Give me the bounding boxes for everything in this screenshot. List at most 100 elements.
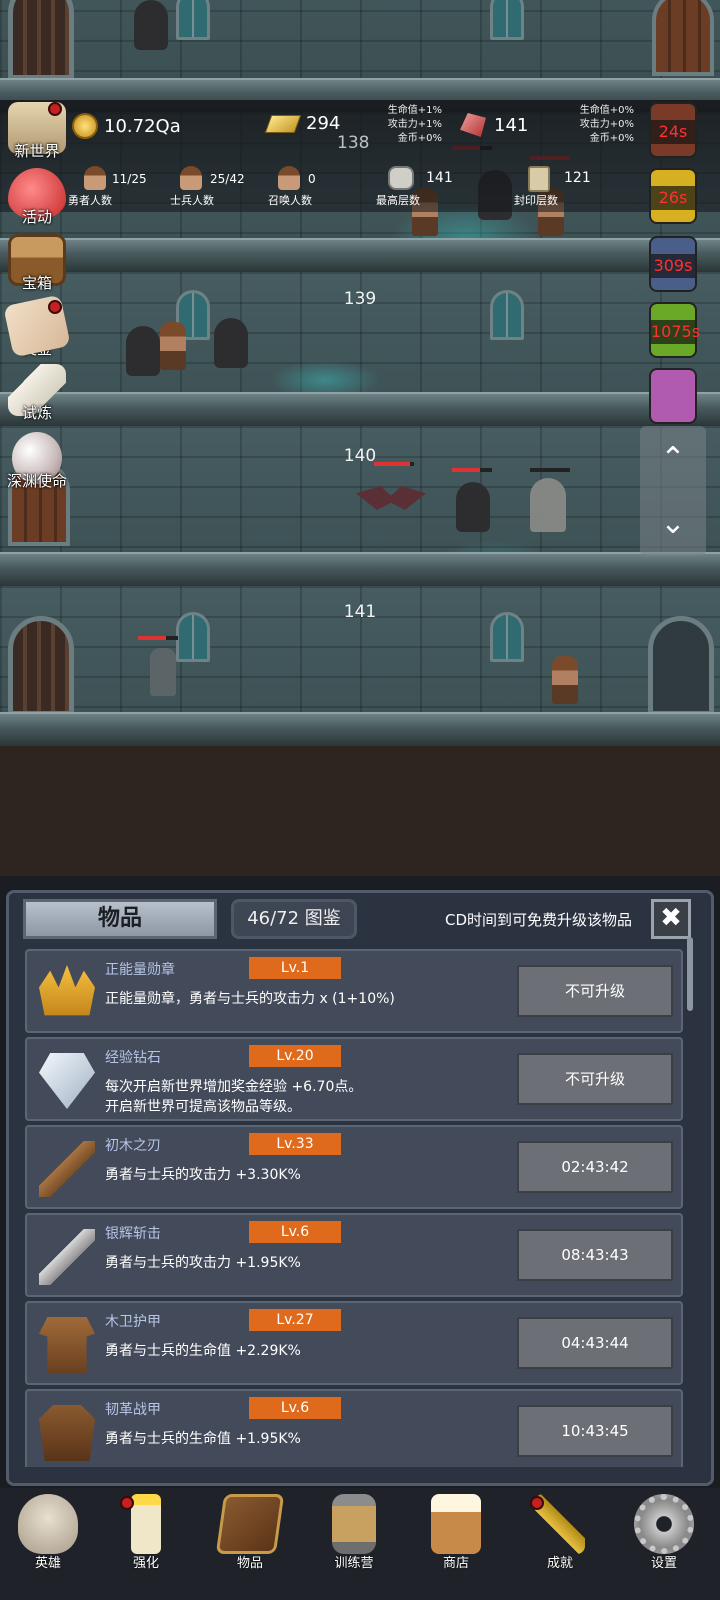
beer-mug-icon [431,1494,481,1554]
floor-ledge [0,392,720,426]
upgrade-timer-button[interactable]: 02:43:42 [517,1141,673,1193]
chevron-up-icon[interactable]: ⌃ [640,426,706,491]
gold-value: 10.72Qa [104,115,181,137]
menu-label: 宝箱 [21,274,52,292]
buff-slot[interactable]: 309s [649,236,697,292]
silver-sword-icon [39,1229,95,1285]
item-description: 勇者与士兵的攻击力 +3.30K% [105,1167,301,1183]
upgrade-button[interactable]: 不可升级 [517,1053,673,1105]
item-description: 勇者与士兵的攻击力 +1.95K% [105,1255,301,1271]
list-item: 木卫护甲 Lv.27 勇者与士兵的生命值 +2.29K% 04:43:44 [25,1301,683,1385]
enemy-hp-bar [374,462,414,466]
menu-label: 深渊使命 [6,472,67,490]
nav-items[interactable]: 物品 [202,1494,298,1571]
upgrade-button[interactable]: 不可升级 [517,965,673,1017]
buff-slot[interactable]: 1075s [649,302,700,358]
window [490,0,524,40]
nav-settings[interactable]: 设置 [616,1494,712,1571]
menu-chest[interactable]: 宝箱 [2,234,72,293]
item-level-badge: Lv.6 [249,1397,341,1419]
gold-bar-counter: 294 [264,113,340,134]
window [176,612,210,662]
panel-title: 物品 [23,899,217,939]
nav-training-camp[interactable]: 训练营 [306,1494,402,1571]
nav-enhance[interactable]: 强化 [98,1494,194,1571]
attack-bonus: 攻击力+1% [387,119,442,130]
hp-bonus: 生命值+0% [579,105,634,116]
soldier-bonus-list: 生命值+0% 攻击力+0% 金币+0% [570,104,634,146]
enemy-hp-bar [452,468,492,472]
gold-bonus: 金币+0% [589,133,634,144]
notification-dot [120,1496,134,1510]
gold-counter: 10.72Qa [72,113,181,139]
ground [0,746,720,876]
item-name: 正能量勋章 [105,962,175,978]
notification-dot [48,102,62,116]
hero-head-icon [84,166,106,190]
max-floor: 141 [426,170,453,186]
item-level-badge: Lv.20 [249,1045,341,1067]
hero-bonus-list: 生命值+1% 攻击力+1% 金币+0% [378,104,442,146]
menu-abyss-mission[interactable]: 深渊使命 [2,432,72,491]
red-gem-icon [460,113,486,137]
collection-count-tab[interactable]: 46/72 图鉴 [231,899,357,939]
menu-new-world[interactable]: 新世界 [2,102,72,161]
scroll-icon [528,166,550,192]
item-level-badge: Lv.33 [249,1133,341,1155]
enemy-hp-bar [138,636,178,640]
close-button[interactable]: ✖ [651,899,691,939]
item-list[interactable]: 正能量勋章 Lv.1 正能量勋章，勇者与士兵的攻击力 x (1+10%) 不可升… [25,949,683,1467]
item-description: 勇者与士兵的生命值 +2.29K% [105,1343,301,1359]
list-scrollbar[interactable] [687,937,693,1011]
arch-exit [648,616,714,716]
buff-timer: 1075s [651,320,700,344]
upgrade-timer-button[interactable]: 04:43:44 [517,1317,673,1369]
list-item: 银辉斩击 Lv.6 勇者与士兵的攻击力 +1.95K% 08:43:43 [25,1213,683,1297]
nav-shop[interactable]: 商店 [408,1494,504,1571]
soldier-count: 25/42 [210,172,245,186]
menu-label: 新世界 [14,142,60,160]
item-description: 每次开启新世界增加奖金经验 +6.70点。 开启新世界可提高该物品等级。 [105,1079,363,1115]
soldier-head-icon [180,166,202,190]
gear-icon [634,1494,694,1554]
items-panel: 物品 46/72 图鉴 CD时间到可免费升级该物品 ✖ 正能量勋章 Lv.1 正… [6,890,714,1486]
nav-label: 商店 [442,1556,469,1571]
menu-bonus[interactable]: 奖金 [2,294,72,359]
hero-sprite [160,322,186,370]
specter-enemy [530,478,566,532]
window [490,290,524,340]
ghost-enemy [134,0,168,50]
cd-hint: CD时间到可免费升级该物品 [445,911,633,929]
nav-achievements[interactable]: 成就 [512,1494,608,1571]
menu-trial[interactable]: 试炼 [2,364,72,423]
menu-events[interactable]: 活动 [2,168,72,227]
floor-number: 139 [343,289,377,309]
gold-bonus: 金币+0% [397,133,442,144]
hero-count: 11/25 [112,172,147,186]
item-name: 银辉斩击 [105,1226,161,1242]
seal-floor: 121 [564,170,591,186]
chevron-down-icon[interactable]: ⌄ [640,491,706,556]
crown-medal-icon [39,965,95,1016]
item-level-badge: Lv.6 [249,1221,341,1243]
lantern-icon [332,1494,376,1554]
item-name: 木卫护甲 [105,1314,161,1330]
item-description: 正能量勋章，勇者与士兵的攻击力 x (1+10%) [105,991,395,1007]
wooden-door [652,0,714,76]
nav-label: 成就 [546,1556,573,1571]
nav-heroes[interactable]: 英雄 [0,1494,96,1571]
item-level-badge: Lv.27 [249,1309,341,1331]
floor-number: 138 [337,133,370,153]
soldier-count-label: 士兵人数 [170,194,214,207]
upgrade-timer-button[interactable]: 10:43:45 [517,1405,673,1457]
gold-bar-icon [264,114,302,133]
zombie-enemy [150,648,176,696]
hero-portrait-slot[interactable] [649,368,697,424]
buff-slot[interactable]: 26s [649,168,697,224]
nav-label: 英雄 [34,1556,61,1571]
buff-slot[interactable]: 24s [649,102,697,158]
wooden-sword-icon [39,1141,95,1197]
arch-gate [8,616,74,716]
upgrade-timer-button[interactable]: 08:43:43 [517,1229,673,1281]
window [176,0,210,40]
